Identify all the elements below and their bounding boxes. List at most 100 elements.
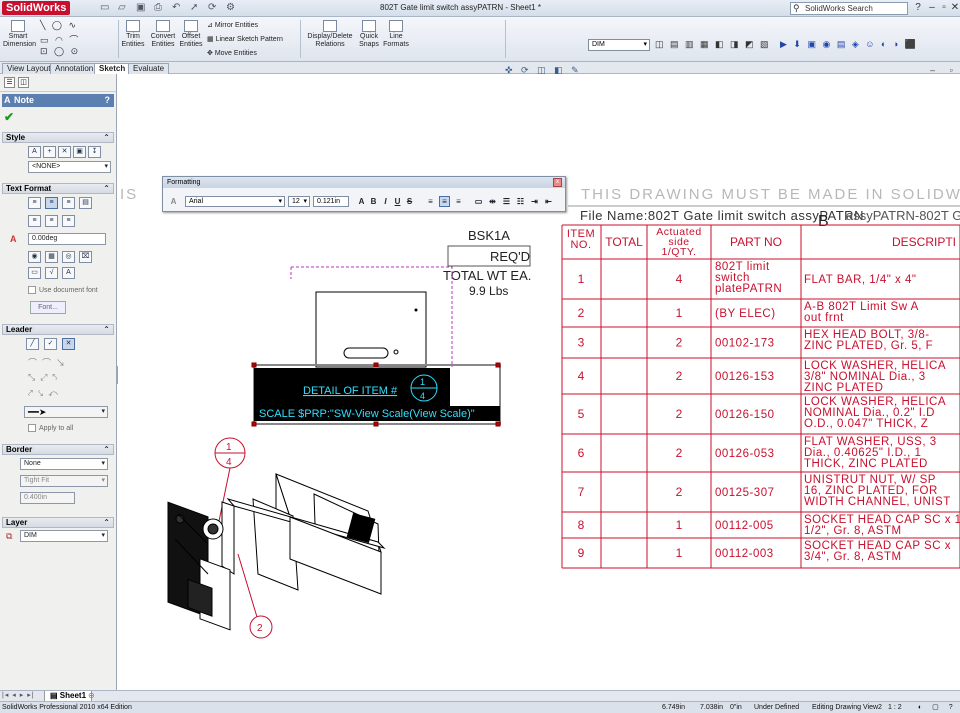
undo-icon[interactable]: ↶ (172, 2, 180, 13)
solidworks-logo[interactable]: SolidWorks (2, 1, 71, 15)
italic-icon[interactable]: I (380, 196, 391, 207)
tab-view-layout[interactable]: View Layout (2, 63, 56, 74)
apply-to-all-checkbox[interactable]: Apply to all (28, 424, 73, 432)
no-leader-icon[interactable]: ✕ (62, 338, 75, 350)
drawing-canvas[interactable]: IS THIS DRAWING MUST BE MADE IN SOLIDW F… (118, 74, 960, 690)
linear-pattern-button[interactable]: ▦ Linear Sketch Pattern (207, 35, 283, 43)
convert-entities-button[interactable]: Convert Entities (149, 20, 177, 49)
options-icon[interactable]: ⚙ (226, 2, 235, 13)
line-formats-button[interactable]: Line Formats (382, 20, 410, 49)
outdent-icon[interactable]: ⇤ (543, 196, 554, 207)
mirror-entities-button[interactable]: ⊿ Mirror Entities (207, 21, 258, 29)
font-style-icon[interactable]: A (168, 196, 179, 207)
sheet-nav-icons[interactable]: |◂ ◂ ▸ ▸| (2, 691, 35, 699)
border-section[interactable]: Border ⌃ (2, 444, 114, 455)
style-apply-icon[interactable]: A (28, 146, 41, 158)
trim-entities-button[interactable]: Trim Entities (121, 20, 145, 49)
view-toolbar[interactable]: ▶ ⬇ ▣ ◉ ▤ ◈ ☺ ◐ ◑ ⬛ (780, 39, 918, 50)
align-left-icon[interactable]: ≡ (28, 197, 41, 209)
new-doc-icon[interactable]: ▭ (100, 2, 109, 13)
align-left-icon[interactable]: ≡ (425, 196, 436, 207)
link-property-icon[interactable]: ▦ (45, 251, 58, 263)
stack-icon[interactable]: ▭ (473, 196, 484, 207)
assembly-isometric[interactable] (167, 473, 386, 631)
plate-view[interactable] (315, 291, 427, 368)
bold-icon[interactable]: B (368, 196, 379, 207)
tab-annotation[interactable]: Annotation (50, 63, 99, 74)
valign-top-icon[interactable]: ≡ (28, 215, 41, 227)
arrow-style-select[interactable]: ━━➤ (24, 406, 108, 418)
font-height-input[interactable]: 0.121in (313, 196, 349, 207)
style-section[interactable]: Style ⌃ (2, 132, 114, 143)
border-style-select[interactable]: None (20, 458, 108, 470)
align-center-icon[interactable]: ≡ (439, 196, 450, 207)
ok-check-icon[interactable]: ✔ (4, 110, 14, 124)
valign-middle-icon[interactable]: ≡ (45, 215, 58, 227)
minimize-icon[interactable]: – (926, 2, 938, 14)
help-icon[interactable]: ? (912, 2, 924, 14)
feature-tree-icon[interactable]: ☰ (4, 77, 15, 88)
detail-note[interactable]: DETAIL OF ITEM # 1 4 SCALE $PRP:"SW-View… (251, 362, 501, 427)
align-right-icon[interactable]: ≡ (62, 197, 75, 209)
formatting-titlebar[interactable]: Formatting x (163, 177, 565, 188)
valign-bottom-icon[interactable]: ≡ (62, 215, 75, 227)
font-size-select[interactable]: 12 (288, 196, 310, 207)
tab-evaluate[interactable]: Evaluate (128, 63, 170, 74)
text-color-icon[interactable]: A (356, 196, 367, 207)
sketch-shape-tools[interactable]: ▭ ◠ ⌒ (40, 33, 80, 46)
open-icon[interactable]: ▱ (118, 2, 126, 13)
spacing-icon[interactable]: ⇹ (487, 196, 498, 207)
layer-tools[interactable]: ◫ ▤ ▥ ▦ ◧ ◨ ◩ ▧ (655, 39, 771, 50)
layer-dropdown[interactable]: DIM (588, 39, 650, 51)
align-right-icon[interactable]: ≡ (453, 196, 464, 207)
smart-dimension-button[interactable]: Smart Dimension (3, 20, 36, 49)
bom-table[interactable]: ITEM NO. TOTAL Actuated side 1/QTY. PART NO DES… (561, 224, 960, 569)
sketch-line-tools[interactable]: ╲ ◯ ∿ (40, 20, 78, 31)
style-select[interactable]: <NONE> (28, 161, 111, 173)
property-manager-icon[interactable]: ◫ (18, 77, 29, 88)
formatting-toolbar[interactable]: Formatting x A Arial 12 0.121in A B I U … (162, 176, 566, 212)
datum-icon[interactable]: A (62, 267, 75, 279)
status-icons[interactable]: ◐ ▢ ? (918, 702, 957, 713)
underline-icon[interactable]: U (392, 196, 403, 207)
rebuild-icon[interactable]: ⟳ (208, 2, 216, 13)
surface-finish-icon[interactable]: √ (45, 267, 58, 279)
leader-auto-icon[interactable]: ╱ (26, 338, 39, 350)
leader-style-icons[interactable]: ⌒⌒↘ (28, 356, 70, 369)
formatting-close-icon[interactable]: x (553, 178, 562, 187)
layer-section[interactable]: Layer ⌃ (2, 517, 114, 528)
align-center-icon[interactable]: ≡ (45, 197, 58, 209)
text-angle-input[interactable]: 0.00deg (28, 233, 106, 245)
display-delete-relations-button[interactable]: Display/Delete Relations (306, 20, 354, 49)
lock-symbol-icon[interactable]: ⌧ (79, 251, 92, 263)
leader-align-icons[interactable]: ⤤⤥↶ (28, 388, 63, 399)
text-format-section[interactable]: Text Format ⌃ (2, 183, 114, 194)
use-document-font-checkbox[interactable]: Use document font (28, 286, 98, 294)
geometric-tolerance-icon[interactable]: ▭ (28, 267, 41, 279)
print-icon[interactable]: ⎙ (154, 2, 162, 13)
add-sheet-icon[interactable]: ⊕ (88, 691, 95, 700)
style-save-icon[interactable]: ▣ (73, 146, 86, 158)
offset-entities-button[interactable]: Offset Entities (179, 20, 203, 49)
leader-bent-icon[interactable]: ✓ (44, 338, 57, 350)
search-input[interactable]: ⚲ SolidWorks Search (790, 2, 908, 15)
layer-select[interactable]: DIM (20, 530, 108, 542)
style-load-icon[interactable]: ↧ (88, 146, 101, 158)
sheet-scale[interactable]: 1 : 2 (888, 702, 902, 713)
strikethrough-icon[interactable]: S (404, 196, 415, 207)
tab-sketch[interactable]: Sketch (94, 63, 131, 74)
leader-attach-icons[interactable]: ⤡⤢⤣ (28, 372, 62, 383)
help-button[interactable]: ? (105, 94, 111, 107)
save-icon[interactable]: ▣ (136, 2, 145, 13)
indent-icon[interactable]: ⇥ (529, 196, 540, 207)
numbering-icon[interactable]: ☷ (515, 196, 526, 207)
border-size-select[interactable]: Tight Fit (20, 475, 108, 487)
font-button[interactable]: Font... (30, 301, 66, 314)
move-entities-button[interactable]: ✥ Move Entities (207, 49, 257, 57)
add-symbol-icon[interactable]: ◎ (62, 251, 75, 263)
border-value-input[interactable]: 0.400in (20, 492, 75, 504)
bullets-icon[interactable]: ☰ (501, 196, 512, 207)
close-icon[interactable]: ✕ (949, 2, 960, 14)
select-icon[interactable]: ➚ (190, 2, 198, 13)
style-delete-icon[interactable]: ✕ (58, 146, 71, 158)
